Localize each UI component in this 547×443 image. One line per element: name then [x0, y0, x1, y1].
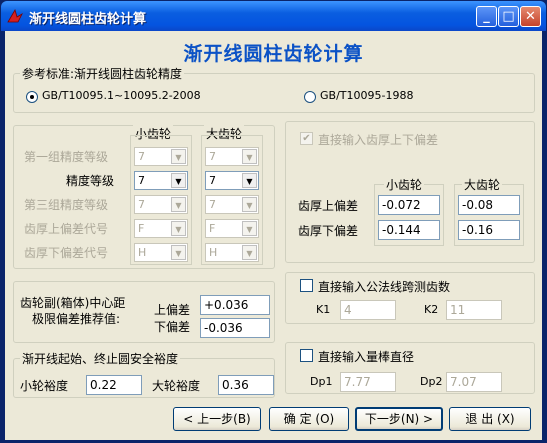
row3-label: 第三组精度等级	[24, 198, 109, 212]
span-check-label[interactable]: 直接输入公法线跨测齿数	[318, 278, 450, 295]
thickness-checkbox[interactable]: ✔	[300, 132, 313, 145]
k2-label: K2	[424, 303, 439, 316]
row5-small-combo[interactable]: H ▼	[134, 243, 188, 262]
window-title: 渐开线圆柱齿轮计算	[29, 12, 147, 27]
row3-small-value: 7	[138, 198, 145, 211]
row1-small-value: 7	[138, 150, 145, 163]
center-label-2: 极限偏差推荐值:	[32, 312, 121, 326]
chevron-down-icon: ▼	[171, 245, 186, 260]
thickness-small-header: 小齿轮	[384, 176, 425, 193]
upper-large-input[interactable]: -0.08	[458, 195, 520, 215]
dp2-input[interactable]: 7.07	[446, 372, 502, 392]
dp1-input[interactable]: 7.77	[340, 372, 396, 392]
thickness-check-label[interactable]: 直接输入齿厚上下偏差	[318, 131, 438, 148]
row1-large-combo[interactable]: 7 ▼	[205, 147, 259, 166]
upper-deviation-label: 齿厚上偏差	[298, 199, 359, 213]
row4-label: 齿厚上偏差代号	[24, 222, 109, 236]
chevron-down-icon: ▼	[242, 173, 257, 188]
span-checkbox[interactable]	[300, 279, 313, 292]
standard-legend: 参考标准:渐开线圆柱齿轮精度	[20, 65, 185, 82]
chevron-down-icon: ▼	[242, 197, 257, 212]
precision-large-combo[interactable]: 7 ▼	[205, 171, 259, 190]
row1-large-value: 7	[209, 150, 216, 163]
center-distance-group: 齿轮副(箱体)中心距 极限偏差推荐值: 上偏差 下偏差 +0.036 -0.03…	[13, 281, 275, 343]
large-margin-input[interactable]: 0.36	[218, 375, 274, 395]
row5-large-combo[interactable]: H ▼	[205, 243, 259, 262]
dialog-client: 渐开线圆柱齿轮计算 参考标准:渐开线圆柱齿轮精度 GB/T10095.1~100…	[5, 31, 542, 440]
upper-small-input[interactable]: -0.072	[378, 195, 440, 215]
center-lower-input[interactable]: -0.036	[200, 318, 270, 338]
chevron-down-icon: ▼	[242, 149, 257, 164]
exit-button[interactable]: 退 出 (X)	[449, 407, 531, 431]
standard-option-2008[interactable]: GB/T10095.1~10095.2-2008	[42, 89, 201, 102]
rod-checkbox[interactable]	[300, 349, 313, 362]
row1-label: 第一组精度等级	[24, 150, 109, 164]
dp1-label: Dp1	[310, 375, 333, 388]
row1-small-combo[interactable]: 7 ▼	[134, 147, 188, 166]
lower-large-input[interactable]: -0.16	[458, 220, 520, 240]
row4-small-value: F	[138, 222, 145, 235]
center-upper-input[interactable]: +0.036	[200, 295, 270, 315]
next-step-button[interactable]: 下一步(N) >	[355, 407, 443, 431]
chevron-down-icon: ▼	[171, 173, 186, 188]
rod-check-label[interactable]: 直接输入量棒直径	[318, 348, 414, 365]
ok-button[interactable]: 确 定 (O)	[269, 407, 349, 431]
row5-small-value: H	[138, 246, 147, 259]
center-label-1: 齿轮副(箱体)中心距	[20, 296, 126, 310]
precision-small-value: 7	[138, 174, 145, 187]
precision-large-value: 7	[209, 174, 216, 187]
prev-step-button[interactable]: < 上一步(B)	[173, 407, 261, 431]
large-margin-label: 大轮裕度	[152, 379, 201, 393]
row3-small-combo[interactable]: 7 ▼	[134, 195, 188, 214]
main-window: 渐开线圆柱齿轮计算 _ □ ✕ 渐开线圆柱齿轮计算 参考标准:渐开线圆柱齿轮精度…	[0, 0, 547, 443]
small-margin-input[interactable]: 0.22	[86, 375, 142, 395]
minimize-button[interactable]: _	[476, 6, 497, 27]
margin-group: 渐开线起始、终止圆安全裕度 小轮裕度 0.22 大轮裕度 0.36	[13, 350, 275, 398]
title-bar[interactable]: 渐开线圆柱齿轮计算 _ □ ✕	[1, 1, 546, 31]
gear-app-icon	[7, 8, 23, 23]
row4-large-combo[interactable]: F ▼	[205, 219, 259, 238]
close-button[interactable]: ✕	[520, 6, 541, 27]
precision-group: 小齿轮 大齿轮 第一组精度等级 7 ▼ 7 ▼ 精度等级 7 ▼ 7 ▼ 第三组精度等级…	[13, 125, 275, 269]
row2-label: 精度等级	[66, 174, 115, 188]
row5-label: 齿厚下偏差代号	[24, 246, 109, 260]
thickness-large-header: 大齿轮	[462, 176, 503, 193]
lower-small-input[interactable]: -0.144	[378, 220, 440, 240]
chevron-down-icon: ▼	[242, 221, 257, 236]
span-group: 直接输入公法线跨测齿数 K1 4 K2 11	[285, 272, 535, 324]
dp2-label: Dp2	[420, 375, 443, 388]
chevron-down-icon: ▼	[171, 149, 186, 164]
k1-input[interactable]: 4	[340, 300, 396, 320]
page-title: 渐开线圆柱齿轮计算	[183, 43, 364, 65]
thickness-group: ✔ 直接输入齿厚上下偏差 小齿轮 大齿轮 齿厚上偏差 齿厚下偏差 -0.072 …	[285, 121, 535, 263]
standard-option-1988[interactable]: GB/T10095-1988	[320, 89, 413, 102]
row3-large-value: 7	[209, 198, 216, 211]
k2-input[interactable]: 11	[446, 300, 502, 320]
margin-legend: 渐开线起始、终止圆安全裕度	[20, 350, 181, 367]
lower-deviation-label: 齿厚下偏差	[298, 224, 359, 238]
precision-small-combo[interactable]: 7 ▼	[134, 171, 188, 190]
row5-large-value: H	[209, 246, 218, 259]
chevron-down-icon: ▼	[171, 221, 186, 236]
row4-small-combo[interactable]: F ▼	[134, 219, 188, 238]
row3-large-combo[interactable]: 7 ▼	[205, 195, 259, 214]
row4-large-value: F	[209, 222, 216, 235]
k1-label: K1	[316, 303, 331, 316]
center-lower-label: 下偏差	[154, 320, 191, 334]
standard-radio-1988[interactable]	[304, 91, 316, 103]
standard-radio-2008[interactable]	[26, 91, 38, 103]
chevron-down-icon: ▼	[171, 197, 186, 212]
small-margin-label: 小轮裕度	[20, 379, 69, 393]
rod-group: 直接输入量棒直径 Dp1 7.77 Dp2 7.07	[285, 342, 535, 394]
maximize-button[interactable]: □	[498, 6, 519, 27]
chevron-down-icon: ▼	[242, 245, 257, 260]
center-upper-label: 上偏差	[154, 303, 191, 317]
standard-group: 参考标准:渐开线圆柱齿轮精度 GB/T10095.1~10095.2-2008 …	[13, 65, 535, 113]
